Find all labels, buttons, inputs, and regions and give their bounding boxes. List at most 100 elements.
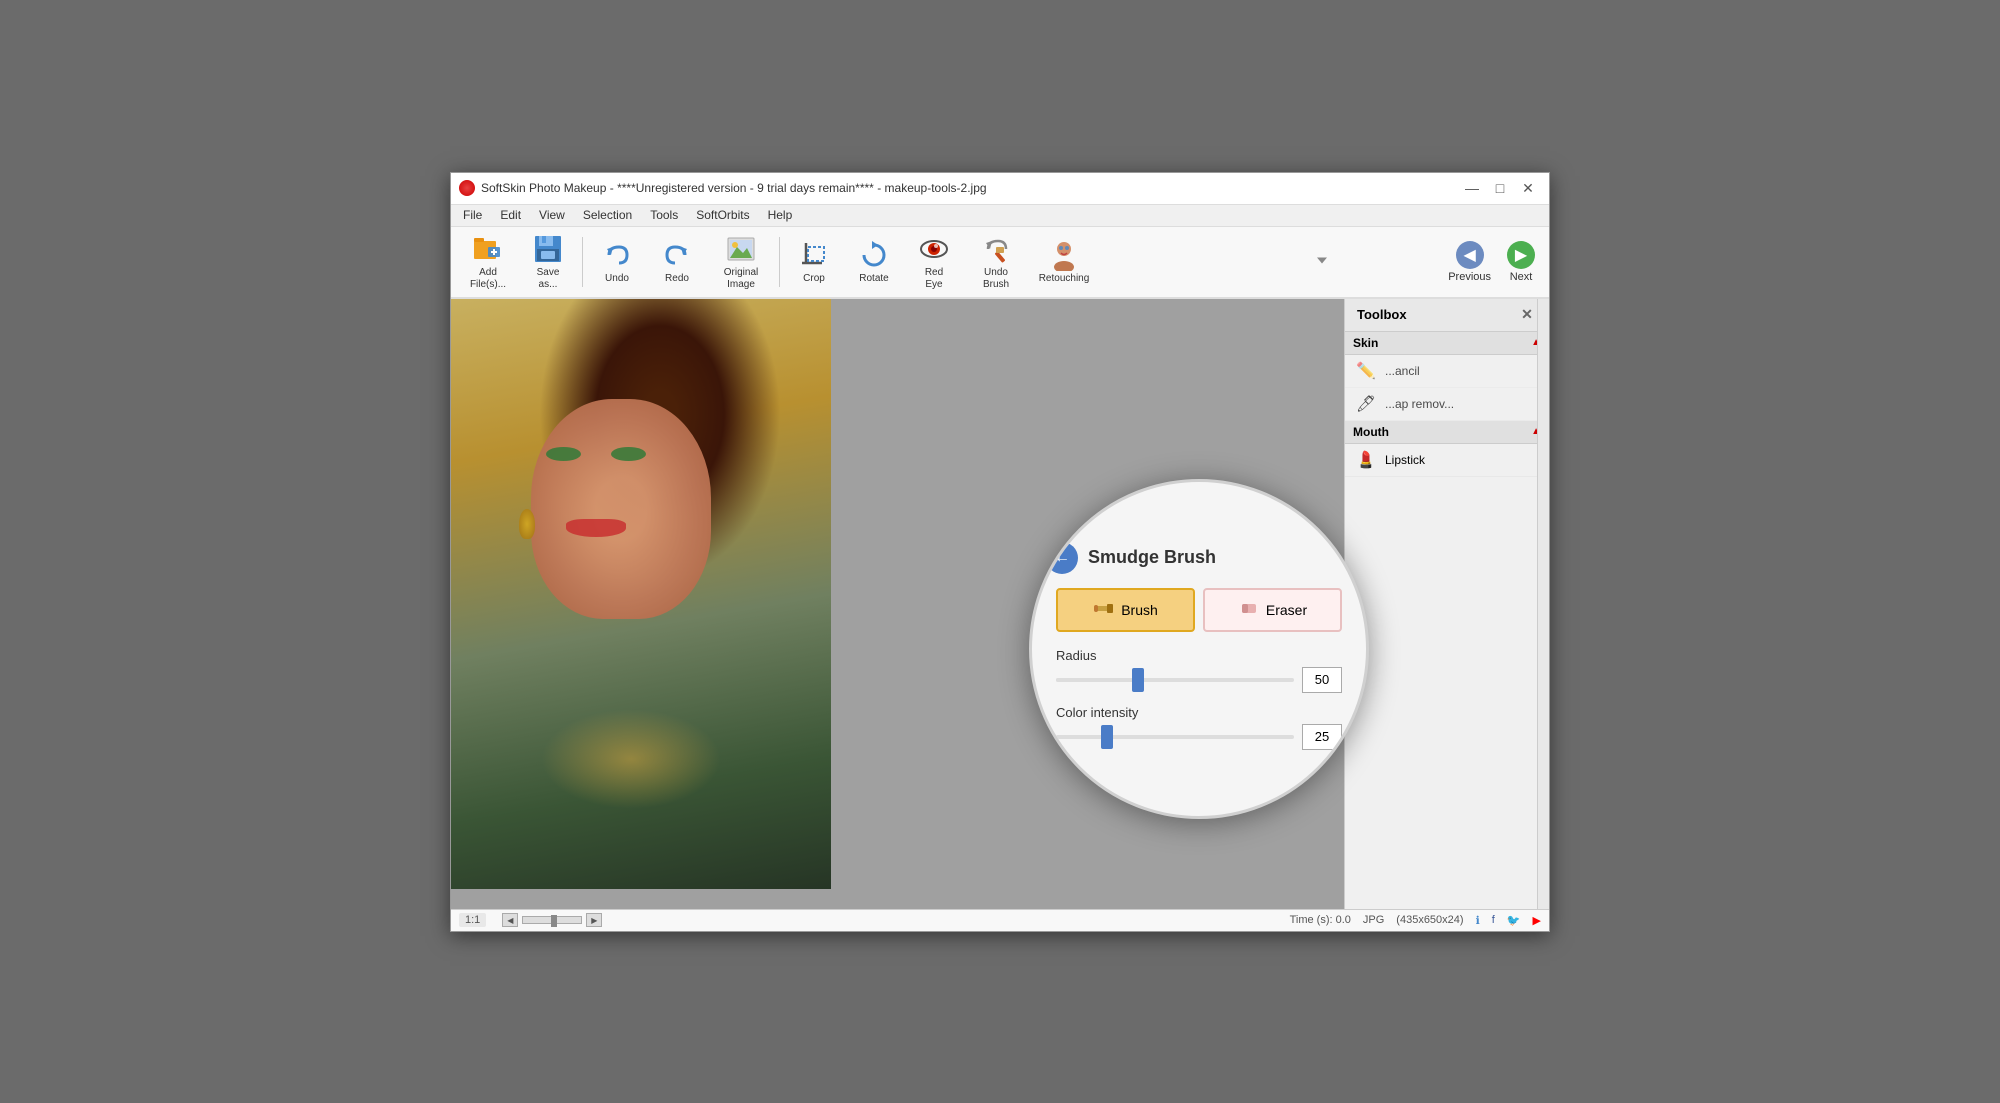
next-arrow-icon: ▶ — [1507, 241, 1535, 269]
toolbar: AddFile(s)... Saveas... — [451, 227, 1549, 299]
pencil-icon: ✏️ — [1355, 360, 1377, 382]
previous-button[interactable]: ◀ Previous — [1442, 237, 1497, 287]
save-as-label: Saveas... — [537, 267, 560, 291]
toolbox-close-button[interactable]: ✕ — [1517, 305, 1537, 325]
radius-value[interactable]: 50 — [1302, 667, 1342, 693]
minimize-button[interactable]: — — [1459, 177, 1485, 199]
photo-face — [531, 399, 711, 619]
redo-button[interactable]: Redo — [648, 231, 706, 293]
lipstick-icon: 💄 — [1355, 449, 1377, 471]
status-zoom-slider[interactable] — [522, 916, 582, 924]
color-intensity-value[interactable]: 25 — [1302, 724, 1342, 750]
menu-tools[interactable]: Tools — [642, 206, 686, 224]
radius-slider-track[interactable] — [1056, 678, 1294, 682]
previous-arrow-icon: ◀ — [1456, 241, 1484, 269]
menu-file[interactable]: File — [455, 206, 490, 224]
menu-edit[interactable]: Edit — [492, 206, 529, 224]
status-format: JPG — [1363, 914, 1384, 926]
undo-label: Undo — [605, 273, 629, 285]
toolbox-section-mouth[interactable]: Mouth ▲ — [1345, 421, 1549, 444]
radius-slider-fill — [1056, 678, 1139, 682]
title-bar-left: SoftSkin Photo Makeup - ****Unregistered… — [459, 180, 987, 196]
photo-canvas[interactable] — [451, 299, 831, 889]
color-intensity-slider-track[interactable] — [1056, 735, 1294, 739]
photo-eye-left — [546, 447, 581, 461]
save-as-button[interactable]: Saveas... — [519, 231, 577, 293]
status-nav-right[interactable]: ▶ — [586, 913, 602, 927]
crop-icon — [798, 239, 830, 271]
status-twitter-icon[interactable]: 🐦 — [1507, 914, 1521, 927]
toolbox-scrollbar[interactable] — [1537, 299, 1549, 909]
close-button[interactable]: ✕ — [1515, 177, 1541, 199]
red-eye-icon — [918, 233, 950, 265]
menu-help[interactable]: Help — [760, 206, 801, 224]
status-info-icon: ℹ — [1476, 914, 1480, 927]
title-bar-controls: — □ ✕ — [1459, 177, 1541, 199]
toolbox-mouth-label: Mouth — [1353, 425, 1389, 439]
toolbox-item-lipstick[interactable]: 💄 Lipstick — [1345, 444, 1549, 477]
redo-icon — [661, 239, 693, 271]
content-area: Toolbox ✕ Skin ▲ ✏️ ...ancil 🖊 ...ap rem… — [451, 299, 1549, 909]
rotate-button[interactable]: Rotate — [845, 231, 903, 293]
color-intensity-label: Color intensity — [1056, 705, 1342, 720]
status-right: Time (s): 0.0 JPG (435x650x24) ℹ f 🐦 ▶ — [1290, 914, 1541, 927]
add-files-icon — [472, 233, 504, 265]
smudge-header: ← Smudge Brush — [1046, 542, 1216, 574]
retouching-label: Retouching — [1039, 273, 1090, 285]
radius-label: Radius — [1056, 648, 1342, 663]
next-label: Next — [1510, 271, 1533, 283]
smudge-brush-mode-button[interactable]: Brush — [1056, 588, 1195, 632]
status-nav-left[interactable]: ◀ — [502, 913, 518, 927]
photo-earring — [519, 509, 535, 539]
brush-mode-label: Brush — [1121, 602, 1158, 618]
red-eye-label: RedEye — [925, 267, 943, 291]
app-icon — [459, 180, 475, 196]
toolbar-divider-1 — [582, 237, 583, 287]
red-eye-button[interactable]: RedEye — [905, 231, 963, 293]
photo-jewelry — [541, 709, 721, 809]
maximize-button[interactable]: □ — [1487, 177, 1513, 199]
original-image-icon — [725, 233, 757, 265]
save-as-icon — [532, 233, 564, 265]
toolbox-panel: Toolbox ✕ Skin ▲ ✏️ ...ancil 🖊 ...ap rem… — [1344, 299, 1549, 909]
toolbox-lipstick-label: Lipstick — [1385, 453, 1425, 467]
add-files-button[interactable]: AddFile(s)... — [459, 231, 517, 293]
brush-mode-icon — [1093, 596, 1115, 623]
toolbox-item-cap-remov[interactable]: 🖊 ...ap remov... — [1345, 388, 1549, 421]
toolbox-section-skin[interactable]: Skin ▲ — [1345, 332, 1549, 355]
retouching-button[interactable]: Retouching — [1029, 231, 1099, 293]
radius-slider-thumb[interactable] — [1132, 668, 1144, 692]
status-youtube-icon[interactable]: ▶ — [1533, 914, 1541, 927]
rotate-icon — [858, 239, 890, 271]
toolbox-item-pencil[interactable]: ✏️ ...ancil — [1345, 355, 1549, 388]
undo-button[interactable]: Undo — [588, 231, 646, 293]
undo-brush-label: UndoBrush — [983, 267, 1009, 291]
color-intensity-slider-thumb[interactable] — [1101, 725, 1113, 749]
toolbox-cap-label: ...ap remov... — [1385, 397, 1454, 411]
crop-label: Crop — [803, 273, 825, 285]
smudge-title: Smudge Brush — [1088, 547, 1216, 568]
status-facebook-icon[interactable]: f — [1492, 914, 1495, 926]
toolbar-more-button[interactable] — [1315, 253, 1329, 270]
menu-softorbits[interactable]: SoftOrbits — [688, 206, 757, 224]
undo-brush-icon — [980, 233, 1012, 265]
previous-label: Previous — [1448, 271, 1491, 283]
smudge-eraser-mode-button[interactable]: Eraser — [1203, 588, 1342, 632]
status-zoom-thumb — [551, 915, 557, 927]
menu-view[interactable]: View — [531, 206, 573, 224]
toolbox-title: Toolbox ✕ — [1345, 299, 1549, 332]
undo-brush-button[interactable]: UndoBrush — [965, 231, 1027, 293]
add-files-label: AddFile(s)... — [470, 267, 506, 291]
eraser-mode-label: Eraser — [1266, 602, 1307, 618]
status-zoom: 1:1 — [459, 913, 486, 927]
next-button[interactable]: ▶ Next — [1501, 237, 1541, 287]
status-bar: 1:1 ◀ ▶ Time (s): 0.0 JPG (435x650x24) ℹ… — [451, 909, 1549, 931]
color-intensity-slider-group: Color intensity 25 — [1056, 705, 1342, 750]
menu-bar: File Edit View Selection Tools SoftOrbit… — [451, 205, 1549, 227]
status-time: Time (s): 0.0 — [1290, 914, 1351, 926]
undo-icon — [601, 239, 633, 271]
radius-slider-group: Radius 50 — [1056, 648, 1342, 693]
menu-selection[interactable]: Selection — [575, 206, 640, 224]
crop-button[interactable]: Crop — [785, 231, 843, 293]
original-image-button[interactable]: OriginalImage — [708, 231, 774, 293]
